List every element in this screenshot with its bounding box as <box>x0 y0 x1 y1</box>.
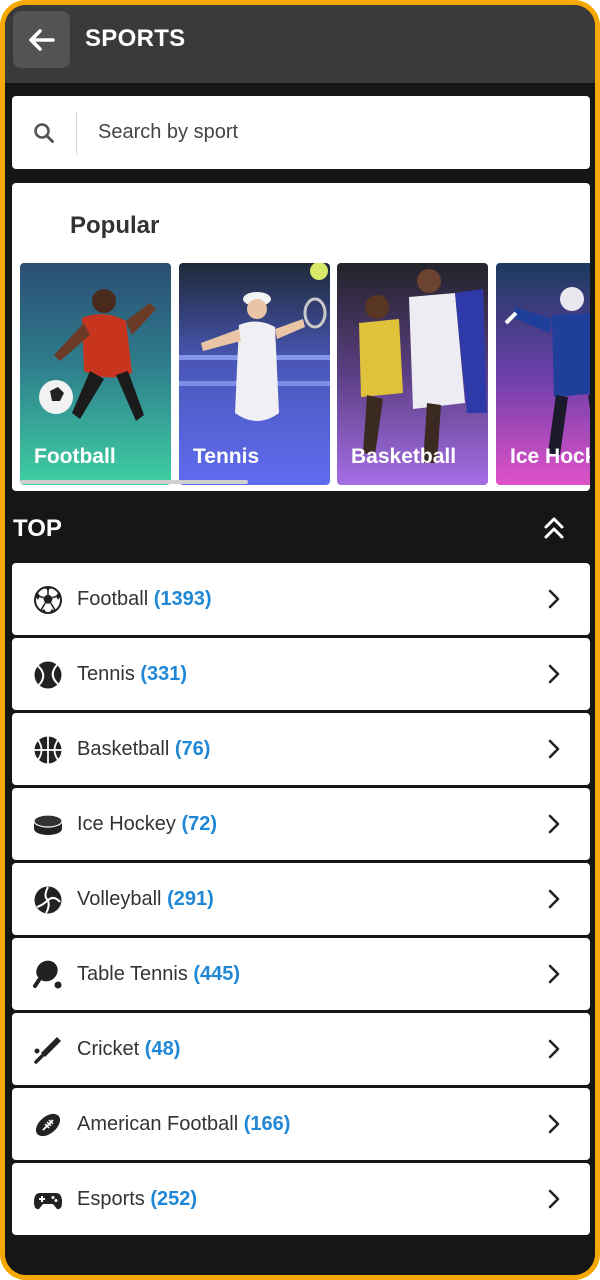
sport-name: Tennis <box>77 663 135 685</box>
popular-title: Popular <box>70 212 160 239</box>
sport-name: Ice Hockey <box>77 813 176 835</box>
popular-card-basketball[interactable]: Basketball <box>337 263 488 485</box>
popular-card-label: Tennis <box>193 445 260 468</box>
sport-row-basketball[interactable]: Basketball (76) <box>12 713 590 785</box>
american-football-icon <box>35 1113 61 1137</box>
volleyball-icon <box>34 886 62 914</box>
sport-count: (76) <box>174 738 211 760</box>
search-input[interactable] <box>77 96 590 169</box>
sport-count: (166) <box>243 1113 291 1135</box>
sport-row-ice-hockey[interactable]: Ice Hockey (72) <box>12 788 590 860</box>
top-section-header: TOP <box>5 503 595 551</box>
table-tennis-icon <box>33 960 62 989</box>
sport-row-american-football[interactable]: American Football (166) <box>12 1088 590 1160</box>
tennis-icon <box>34 661 62 689</box>
arrow-left-icon <box>28 28 55 51</box>
top-bar: SPORTS <box>5 5 595 83</box>
sport-count: (445) <box>193 963 241 985</box>
sport-name: Cricket <box>77 1038 140 1060</box>
chevron-right-icon <box>548 889 560 909</box>
top-title: TOP <box>13 515 62 542</box>
popular-card-football[interactable]: Football <box>20 263 171 485</box>
sport-row-football[interactable]: Football (1393) <box>12 563 590 635</box>
sport-name: Volleyball <box>77 888 162 910</box>
sport-row-volleyball[interactable]: Volleyball (291) <box>12 863 590 935</box>
sport-count: (291) <box>167 888 214 910</box>
sport-name: Basketball <box>77 738 170 760</box>
sport-name: Table Tennis <box>77 963 188 985</box>
double-chevron-up-icon <box>544 517 564 539</box>
popular-card-label: Football <box>34 445 116 468</box>
sport-count: (252) <box>150 1188 198 1210</box>
back-button[interactable] <box>13 11 70 68</box>
collapse-button[interactable] <box>540 513 568 543</box>
sport-name: Esports <box>77 1188 145 1210</box>
popular-card-tennis[interactable]: Tennis <box>179 263 330 485</box>
chevron-right-icon <box>548 589 560 609</box>
search-icon <box>12 96 76 169</box>
search-bar[interactable] <box>12 96 590 169</box>
chevron-right-icon <box>548 1114 560 1134</box>
chevron-right-icon <box>548 814 560 834</box>
popular-carousel[interactable]: Football Tennis Basketball Ice Hoc <box>20 263 590 485</box>
popular-card-label: Ice Hockey <box>510 445 590 468</box>
chevron-right-icon <box>548 1189 560 1209</box>
sport-row-esports[interactable]: Esports (252) <box>12 1163 590 1235</box>
popular-card-ice-hockey[interactable]: Ice Hockey <box>496 263 590 485</box>
sport-count: (1393) <box>153 588 212 610</box>
popular-card-label: Basketball <box>351 445 457 468</box>
football-icon <box>34 586 62 614</box>
sport-count: (72) <box>181 813 218 835</box>
gamepad-icon <box>34 1193 62 1210</box>
ice-hockey-puck-icon <box>33 814 63 835</box>
sport-row-tennis[interactable]: Tennis (331) <box>12 638 590 710</box>
sport-row-cricket[interactable]: Cricket (48) <box>12 1013 590 1085</box>
sport-row-table-tennis[interactable]: Table Tennis (445) <box>12 938 590 1010</box>
sport-count: (331) <box>140 663 188 685</box>
chevron-right-icon <box>548 964 560 984</box>
sport-count: (48) <box>144 1038 181 1060</box>
sport-name: Football <box>77 588 149 610</box>
chevron-right-icon <box>548 1039 560 1059</box>
basketball-icon <box>34 736 62 764</box>
popular-section: Popular Football Tennis Basketball Ice H… <box>12 183 590 491</box>
chevron-right-icon <box>548 739 560 759</box>
sport-name: American Football <box>77 1113 239 1135</box>
chevron-right-icon <box>548 664 560 684</box>
app-frame: SPORTS Popular <box>0 0 600 1280</box>
cricket-icon <box>34 1037 61 1064</box>
page-title: SPORTS <box>85 25 186 52</box>
carousel-scrollbar[interactable] <box>20 480 248 484</box>
